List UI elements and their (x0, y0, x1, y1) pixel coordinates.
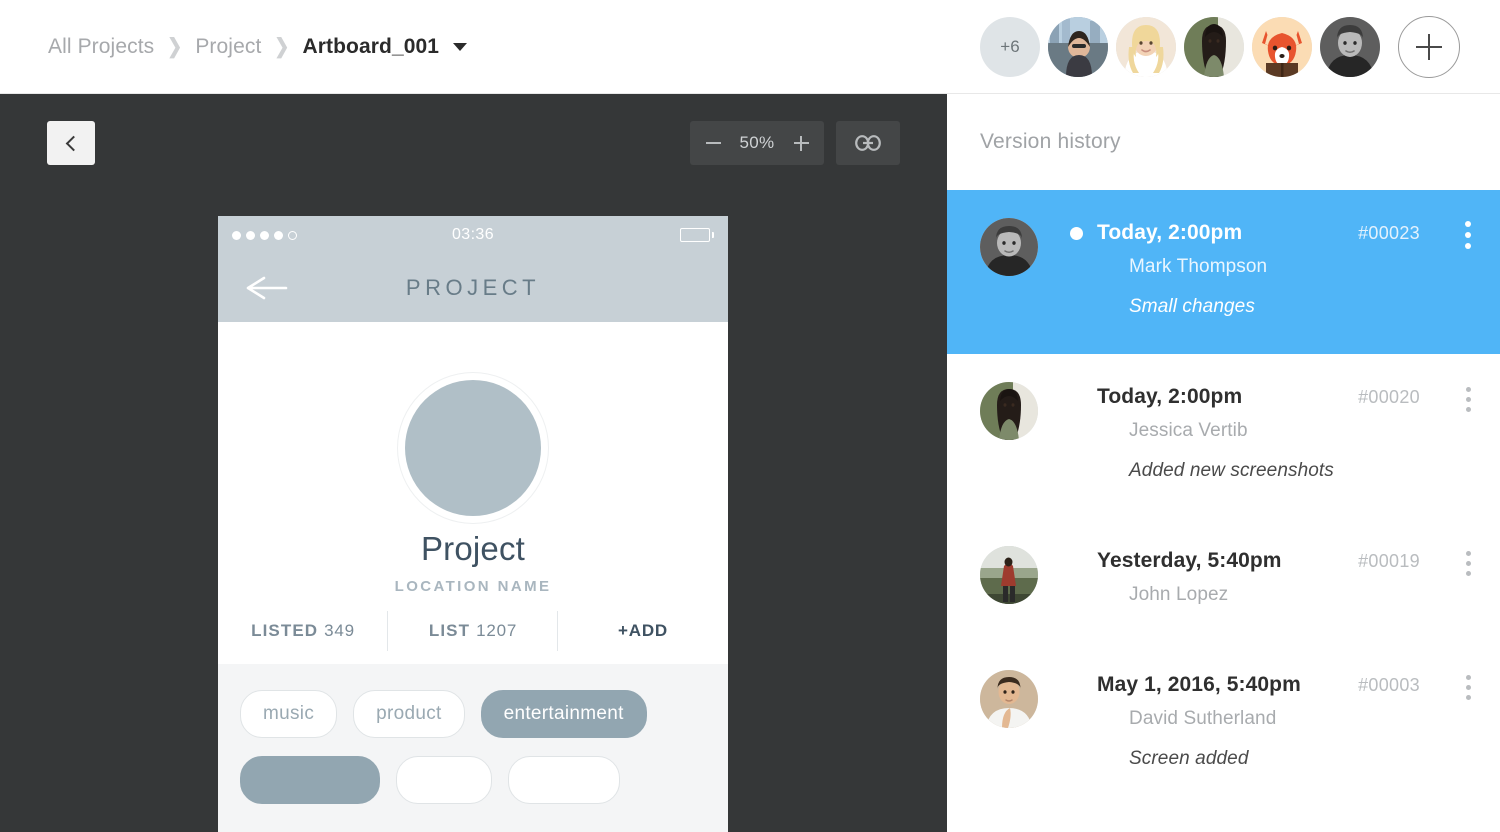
version-overflow-menu-icon[interactable] (1454, 220, 1482, 250)
version-author: John Lopez (1129, 584, 1229, 605)
version-id: #00023 (1358, 222, 1420, 243)
version-details: Today, 2:00pm #00020 Jessica Vertib Adde… (1038, 382, 1500, 492)
project-name: Project (420, 530, 526, 567)
version-date: Today, 2:00pm (1097, 221, 1243, 244)
zoom-controls: 50% (690, 121, 824, 165)
zoom-in-button[interactable] (784, 121, 818, 165)
version-item[interactable]: May 1, 2016, 5:40pm #00003 David Sutherl… (947, 642, 1500, 806)
version-item[interactable]: Yesterday, 5:40pm #00019 John Lopez (947, 518, 1500, 642)
version-date: May 1, 2016, 5:40pm (1097, 673, 1301, 696)
avatar-woman-city[interactable] (1048, 16, 1108, 77)
tag-row-1: music product entertainment (240, 690, 706, 738)
collaborator-avatars: +6 (980, 15, 1460, 78)
arrow-left-icon[interactable] (246, 274, 290, 302)
version-history-title: Version history (980, 130, 1121, 153)
tag-music[interactable]: music (240, 690, 338, 738)
app-root: All Projects ❯ Project ❯ Artboard_001 +6 (0, 0, 1500, 832)
version-note: Small changes (1129, 296, 1255, 317)
breadcrumb-item-all-projects[interactable]: All Projects (48, 35, 154, 59)
link-icon (855, 135, 881, 151)
breadcrumb: All Projects ❯ Project ❯ Artboard_001 (48, 34, 468, 59)
avatar-dark-hair-woman (980, 382, 1038, 440)
stat-listed-value: 349 (324, 621, 355, 640)
avatar-blonde-woman[interactable] (1116, 16, 1176, 77)
avatar-overflow-count[interactable]: +6 (980, 16, 1040, 77)
version-date: Today, 2:00pm (1097, 385, 1243, 408)
version-author: David Sutherland (1129, 708, 1277, 729)
stat-listed-label: LISTED (251, 621, 319, 640)
project-location: LOCATION NAME (394, 578, 552, 595)
version-id: #00003 (1358, 674, 1420, 695)
top-bar: All Projects ❯ Project ❯ Artboard_001 +6 (0, 0, 1500, 94)
mockup-nav-bar: PROJECT (218, 254, 728, 322)
version-history-panel: Version history Today, 2:00pm #00023 Mar… (947, 94, 1500, 832)
version-item[interactable]: Today, 2:00pm #00023 Mark Thompson Small… (947, 190, 1500, 354)
version-details: Today, 2:00pm #00023 Mark Thompson Small… (1038, 218, 1500, 328)
version-id: #00020 (1358, 386, 1420, 407)
mockup-status-bar: 03:36 (218, 216, 728, 254)
tag-row2-item-1[interactable] (240, 756, 380, 804)
mockup-tags-area: music product entertainment (218, 664, 728, 832)
add-collaborator-button[interactable] (1398, 15, 1460, 78)
chevron-right-icon: ❯ (274, 34, 290, 58)
minus-icon (705, 142, 721, 144)
version-note: Screen added (1129, 748, 1249, 769)
chevron-left-icon (65, 135, 81, 151)
tag-product[interactable]: product (353, 690, 465, 738)
zoom-level-value: 50% (739, 133, 775, 152)
version-item[interactable]: Today, 2:00pm #00020 Jessica Vertib Adde… (947, 354, 1500, 518)
canvas-back-button[interactable] (47, 121, 95, 165)
mockup-add-button[interactable]: +ADD (558, 621, 728, 641)
stat-list[interactable]: LIST 1207 (388, 621, 558, 641)
stat-listed[interactable]: LISTED 349 (218, 621, 388, 641)
version-overflow-menu-icon[interactable] (1454, 672, 1482, 702)
version-details: Yesterday, 5:40pm #00019 John Lopez (1038, 546, 1500, 616)
avatar-man-bw[interactable] (1320, 16, 1380, 77)
battery-full-icon (680, 228, 714, 242)
caret-down-icon[interactable] (453, 42, 468, 51)
version-date: Yesterday, 5:40pm (1097, 549, 1282, 572)
mockup-profile-section: Project LOCATION NAME LISTED 349 LIST 1207… (218, 322, 728, 664)
project-avatar-placeholder (405, 380, 541, 516)
version-author: Mark Thompson (1129, 256, 1268, 277)
breadcrumb-current-artboard[interactable]: Artboard_001 (302, 35, 439, 59)
plus-icon (1416, 33, 1442, 60)
version-id: #00019 (1358, 550, 1420, 571)
breadcrumb-item-project[interactable]: Project (195, 35, 261, 59)
mockup-stats-row: LISTED 349 LIST 1207 +ADD (218, 598, 728, 664)
tag-row2-item-3[interactable] (508, 756, 620, 804)
artboard-canvas: 50% 03:36 PROJECT Project LOCATION NAME … (0, 94, 947, 832)
stat-list-value: 1207 (476, 621, 518, 640)
avatar-man-bw (980, 218, 1038, 276)
stat-list-label: LIST (428, 621, 471, 640)
avatar-field-walker (980, 546, 1038, 604)
phone-mockup: 03:36 PROJECT Project LOCATION NAME LIST… (218, 216, 728, 832)
canvas-toolbar: 50% (0, 94, 947, 168)
avatar-dark-hair-woman[interactable] (1184, 16, 1244, 77)
version-note: Added new screenshots (1129, 460, 1334, 481)
zoom-out-button[interactable] (696, 121, 730, 165)
mockup-nav-title: PROJECT (405, 275, 541, 300)
current-version-indicator-icon (1070, 226, 1083, 240)
avatar-fox-illustration[interactable] (1252, 16, 1312, 77)
version-overflow-menu-icon[interactable] (1454, 384, 1482, 414)
tag-row-2 (240, 756, 706, 804)
chevron-right-icon: ❯ (167, 34, 183, 58)
tag-entertainment[interactable]: entertainment (480, 690, 647, 738)
version-details: May 1, 2016, 5:40pm #00003 David Sutherl… (1038, 670, 1500, 780)
version-author: Jessica Vertib (1129, 420, 1248, 441)
share-link-button[interactable] (836, 121, 900, 165)
avatar-man-white-shirt (980, 670, 1038, 728)
tag-row2-item-2[interactable] (396, 756, 492, 804)
version-overflow-menu-icon[interactable] (1454, 548, 1482, 578)
status-bar-time: 03:36 (451, 226, 495, 243)
